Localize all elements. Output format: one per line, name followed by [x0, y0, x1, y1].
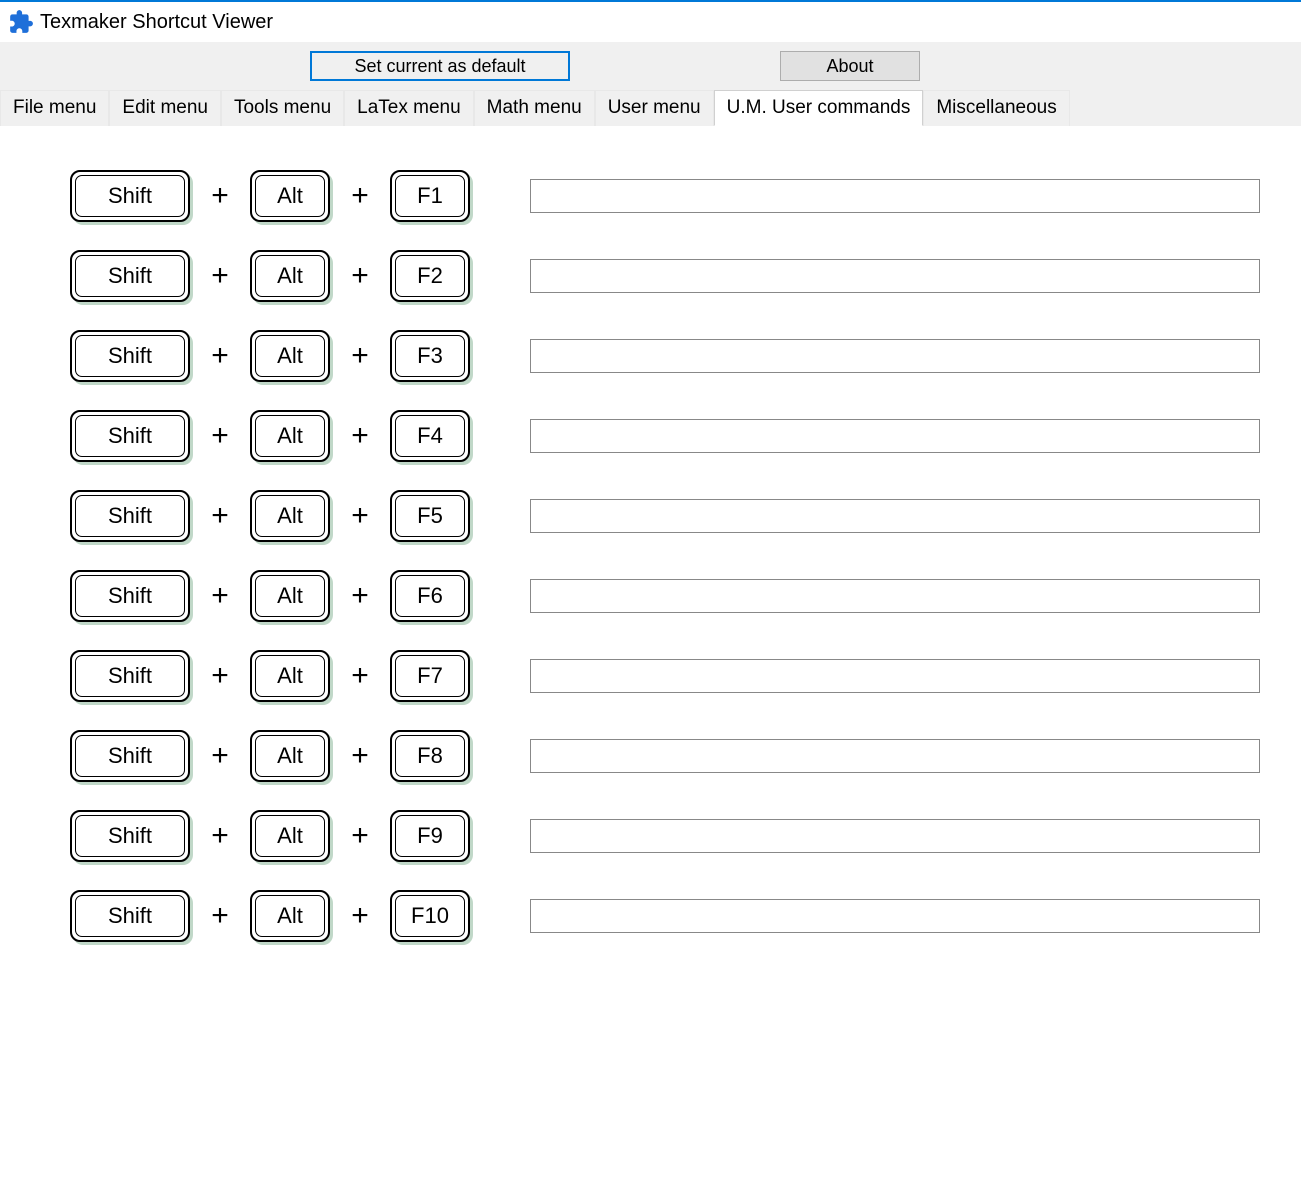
toolbar: Set current as default About [0, 42, 1301, 90]
shortcut-row: Shift+Alt+F1 [70, 156, 1301, 236]
plus-separator: + [330, 659, 390, 693]
command-input[interactable] [530, 899, 1260, 933]
command-input[interactable] [530, 179, 1260, 213]
plus-separator: + [190, 899, 250, 933]
puzzle-icon [8, 9, 34, 35]
plus-separator: + [190, 579, 250, 613]
key-shift: Shift [70, 570, 190, 622]
shortcut-row: Shift+Alt+F8 [70, 716, 1301, 796]
command-input[interactable] [530, 259, 1260, 293]
tab-math-menu[interactable]: Math menu [474, 90, 595, 126]
key-alt: Alt [250, 170, 330, 222]
key-alt: Alt [250, 810, 330, 862]
key-function: F10 [390, 890, 470, 942]
key-alt: Alt [250, 650, 330, 702]
key-shift: Shift [70, 650, 190, 702]
shortcut-row: Shift+Alt+F6 [70, 556, 1301, 636]
plus-separator: + [330, 579, 390, 613]
plus-separator: + [190, 339, 250, 373]
key-function: F7 [390, 650, 470, 702]
tab-tools-menu[interactable]: Tools menu [221, 90, 344, 126]
key-shift: Shift [70, 330, 190, 382]
plus-separator: + [330, 499, 390, 533]
command-input[interactable] [530, 499, 1260, 533]
plus-separator: + [330, 819, 390, 853]
command-input[interactable] [530, 819, 1260, 853]
key-function: F9 [390, 810, 470, 862]
shortcut-row: Shift+Alt+F5 [70, 476, 1301, 556]
key-alt: Alt [250, 250, 330, 302]
tab-bar: File menuEdit menuTools menuLaTex menuMa… [0, 90, 1301, 126]
key-shift: Shift [70, 730, 190, 782]
key-shift: Shift [70, 490, 190, 542]
shortcut-list: Shift+Alt+F1Shift+Alt+F2Shift+Alt+F3Shif… [0, 126, 1301, 956]
shortcut-row: Shift+Alt+F9 [70, 796, 1301, 876]
app-title: Texmaker Shortcut Viewer [40, 11, 273, 34]
tab-edit-menu[interactable]: Edit menu [109, 90, 221, 126]
key-shift: Shift [70, 250, 190, 302]
plus-separator: + [330, 419, 390, 453]
plus-separator: + [330, 899, 390, 933]
command-input[interactable] [530, 339, 1260, 373]
key-function: F1 [390, 170, 470, 222]
key-shift: Shift [70, 810, 190, 862]
key-alt: Alt [250, 410, 330, 462]
command-input[interactable] [530, 579, 1260, 613]
plus-separator: + [190, 259, 250, 293]
set-default-button[interactable]: Set current as default [310, 51, 570, 81]
command-input[interactable] [530, 419, 1260, 453]
key-shift: Shift [70, 410, 190, 462]
key-function: F2 [390, 250, 470, 302]
key-function: F6 [390, 570, 470, 622]
key-alt: Alt [250, 330, 330, 382]
plus-separator: + [330, 179, 390, 213]
tab-file-menu[interactable]: File menu [0, 90, 109, 126]
plus-separator: + [190, 819, 250, 853]
tab-miscellaneous[interactable]: Miscellaneous [923, 90, 1069, 126]
plus-separator: + [190, 179, 250, 213]
tab-latex-menu[interactable]: LaTex menu [344, 90, 474, 126]
shortcut-row: Shift+Alt+F10 [70, 876, 1301, 956]
plus-separator: + [190, 659, 250, 693]
shortcut-row: Shift+Alt+F7 [70, 636, 1301, 716]
key-alt: Alt [250, 490, 330, 542]
key-function: F5 [390, 490, 470, 542]
key-function: F3 [390, 330, 470, 382]
plus-separator: + [190, 499, 250, 533]
about-button[interactable]: About [780, 51, 920, 81]
shortcut-row: Shift+Alt+F3 [70, 316, 1301, 396]
shortcut-row: Shift+Alt+F2 [70, 236, 1301, 316]
plus-separator: + [330, 739, 390, 773]
key-function: F4 [390, 410, 470, 462]
key-alt: Alt [250, 730, 330, 782]
key-function: F8 [390, 730, 470, 782]
shortcut-row: Shift+Alt+F4 [70, 396, 1301, 476]
plus-separator: + [190, 419, 250, 453]
plus-separator: + [330, 259, 390, 293]
key-alt: Alt [250, 570, 330, 622]
key-shift: Shift [70, 170, 190, 222]
title-bar: Texmaker Shortcut Viewer [0, 2, 1301, 42]
plus-separator: + [190, 739, 250, 773]
key-alt: Alt [250, 890, 330, 942]
command-input[interactable] [530, 739, 1260, 773]
command-input[interactable] [530, 659, 1260, 693]
tab-u-m-user-commands[interactable]: U.M. User commands [714, 90, 924, 126]
tab-user-menu[interactable]: User menu [595, 90, 714, 126]
plus-separator: + [330, 339, 390, 373]
key-shift: Shift [70, 890, 190, 942]
